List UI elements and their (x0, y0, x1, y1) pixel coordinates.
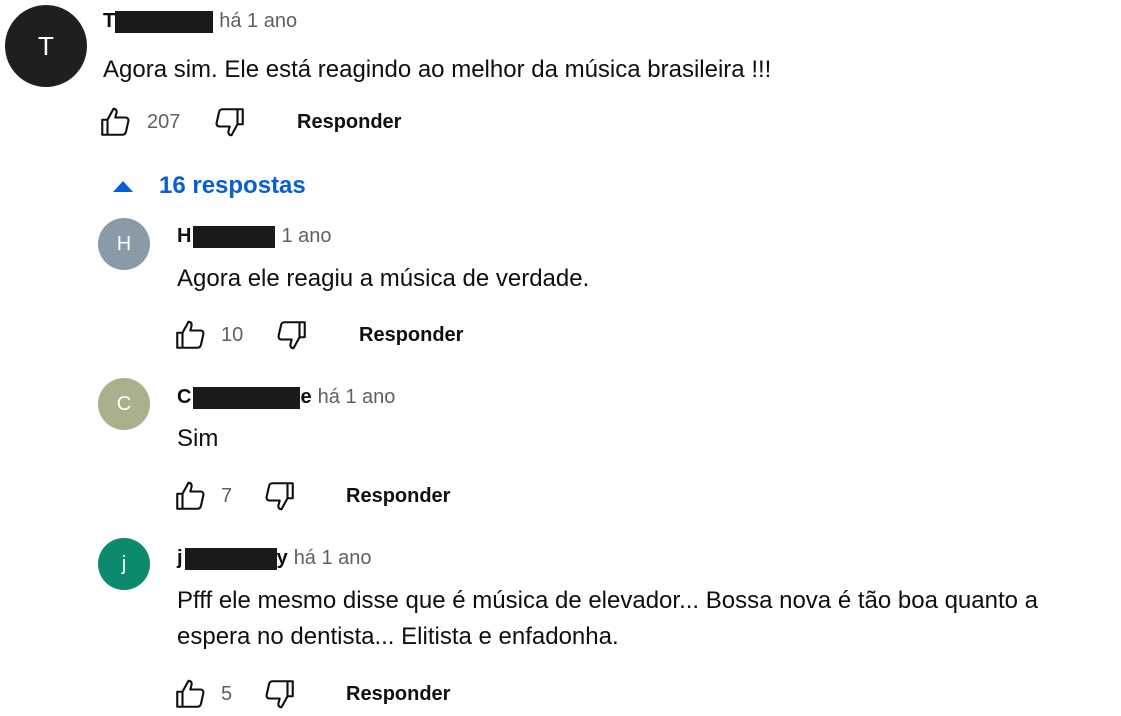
avatar[interactable]: j (98, 538, 150, 590)
reply-button[interactable]: Responder (297, 111, 401, 134)
like-count: 5 (221, 683, 233, 705)
comment-author[interactable]: T há 1 ano (103, 10, 297, 33)
like-count: 7 (221, 485, 233, 507)
reply-timestamp[interactable]: 1 ano (281, 225, 331, 248)
avatar[interactable]: C (98, 378, 150, 430)
comment-text: Agora sim. Ele está reagindo ao melhor d… (103, 56, 772, 83)
thumbs-up-icon (172, 676, 208, 712)
avatar[interactable]: H (98, 218, 150, 270)
redaction-bar (193, 225, 276, 248)
like-button[interactable] (97, 104, 133, 140)
like-button[interactable] (172, 317, 208, 353)
reply-text-line: espera no dentista... Elitista e enfadon… (177, 623, 619, 650)
like-count: 207 (147, 111, 181, 133)
reply-button[interactable]: Responder (359, 324, 463, 347)
reply-text: Sim (177, 421, 218, 457)
avatar-letter: j (121, 552, 127, 575)
reply-button[interactable]: Responder (346, 683, 450, 706)
reply-text-line: Pfff ele mesmo disse que é música de ele… (177, 587, 1038, 614)
reply-button[interactable]: Responder (346, 485, 450, 508)
avatar[interactable]: T (5, 5, 87, 87)
comment-timestamp[interactable]: há 1 ano (219, 10, 297, 33)
avatar-letter: C (116, 392, 132, 415)
reply-author[interactable]: C e há 1 ano (177, 386, 395, 409)
replies-toggle[interactable]: 16 respostas (113, 172, 306, 200)
redaction-bar (193, 386, 301, 409)
thumbs-down-icon (262, 478, 298, 514)
dislike-button[interactable] (212, 104, 248, 140)
redaction-bar (184, 547, 277, 570)
dislike-button[interactable] (262, 676, 298, 712)
replies-count-label: 16 respostas (159, 172, 306, 199)
dislike-button[interactable] (274, 317, 310, 353)
author-name-start: C (177, 386, 192, 408)
reply-timestamp[interactable]: há 1 ano (294, 547, 372, 570)
reply-text-line: Sim (177, 425, 219, 452)
dislike-button[interactable] (262, 478, 298, 514)
reply-timestamp[interactable]: há 1 ano (318, 386, 396, 409)
reply-author[interactable]: j y há 1 ano (177, 547, 372, 570)
reply-text-line: Agora ele reagiu a música de verdade. (177, 265, 590, 292)
reply-text: Pfff ele mesmo disse que é música de ele… (177, 583, 1038, 655)
like-button[interactable] (172, 478, 208, 514)
avatar-letter: T (38, 30, 54, 61)
author-name-start: H (177, 225, 192, 247)
thumbs-up-icon (172, 478, 208, 514)
reply-author[interactable]: H 1 ano (177, 225, 332, 248)
thumbs-down-icon (274, 317, 310, 353)
author-name-start: T (103, 10, 116, 32)
thumbs-up-icon (172, 317, 208, 353)
reply-text: Agora ele reagiu a música de verdade. (177, 261, 589, 297)
avatar-letter: H (116, 232, 132, 255)
author-name-end: y (276, 547, 288, 569)
thumbs-down-icon (262, 676, 298, 712)
author-name-start: j (177, 547, 183, 569)
caret-up-icon (113, 180, 133, 192)
thumbs-down-icon (212, 104, 248, 140)
author-name-end: e (300, 386, 312, 408)
redaction-bar (115, 10, 214, 33)
like-button[interactable] (172, 676, 208, 712)
like-count: 10 (221, 324, 244, 346)
thumbs-up-icon (97, 104, 133, 140)
